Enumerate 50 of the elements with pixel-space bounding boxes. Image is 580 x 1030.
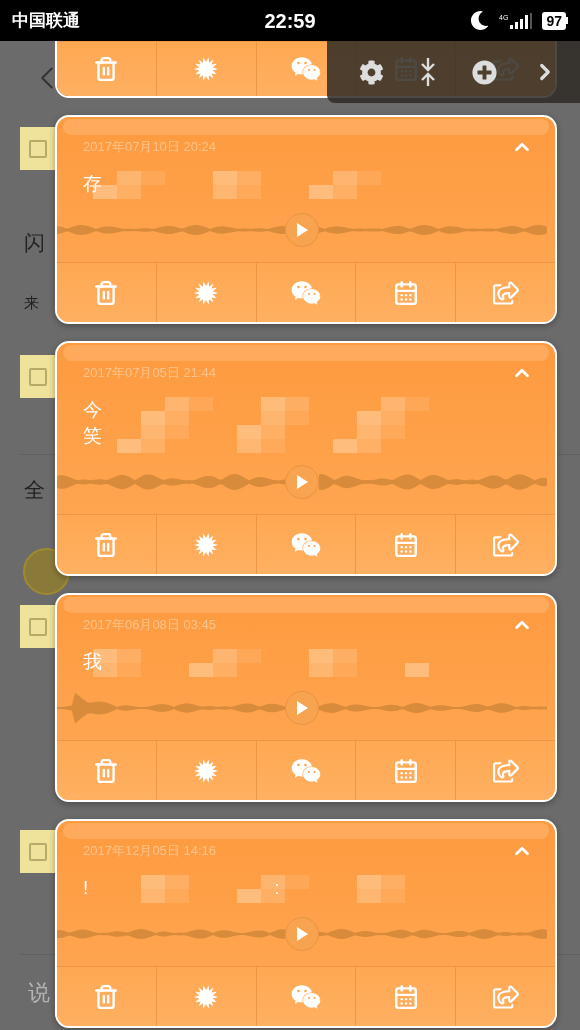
calendar-icon [392,531,419,558]
play-icon [296,700,308,715]
note-date: 2017年07月05日 21:44 [83,364,216,383]
play-button[interactable] [285,464,319,499]
note-date: 2017年07月10日 20:24 [83,138,216,157]
signal-icon [510,12,533,29]
settings-button[interactable] [358,59,384,85]
note-date: 2017年12月05日 14:16 [83,842,216,861]
clock-time: 22:59 [263,8,317,34]
trash-icon [93,531,120,558]
trash-icon [93,279,120,306]
source-label: 来 [23,294,39,312]
note-text: 今 [83,398,102,422]
note-date: 2017年06月08日 03:45 [83,616,216,635]
comments-heading: 全 [23,478,45,502]
trash-icon [93,983,120,1010]
play-icon [296,474,308,489]
share-icon [492,983,519,1010]
share-icon [492,531,519,558]
collapse-all-button[interactable] [418,58,437,86]
calendar-icon [392,279,419,306]
trash-icon [93,757,120,784]
share-icon [492,757,519,784]
note-text: 存 [83,172,102,196]
calendar-icon [392,757,419,784]
carrier-name: 中国联通 [12,9,81,32]
play-button[interactable] [285,690,319,725]
play-button[interactable] [285,212,319,247]
settings-icon [358,59,384,85]
calendar-icon [392,983,419,1010]
battery-indicator: 97 [542,11,568,30]
arrows-inward-icon [418,58,437,86]
note-text: 我 [83,650,102,674]
play-icon [296,926,308,941]
trash-icon [93,56,120,82]
add-button[interactable] [472,59,498,85]
note-title: 闪 [23,231,45,255]
note-text: 笑 [83,424,102,448]
note-checkbox[interactable] [20,830,56,873]
note-checkbox[interactable] [20,127,56,170]
comment-field[interactable]: 说 [28,975,50,1009]
plus-icon [472,59,498,85]
note-checkbox[interactable] [20,605,56,648]
note-text: : [274,876,280,900]
play-button[interactable] [285,916,319,951]
note-text: ! [83,876,89,900]
moon-icon [470,11,490,30]
play-icon [296,222,308,237]
share-icon [492,279,519,306]
note-checkbox[interactable] [20,355,56,398]
